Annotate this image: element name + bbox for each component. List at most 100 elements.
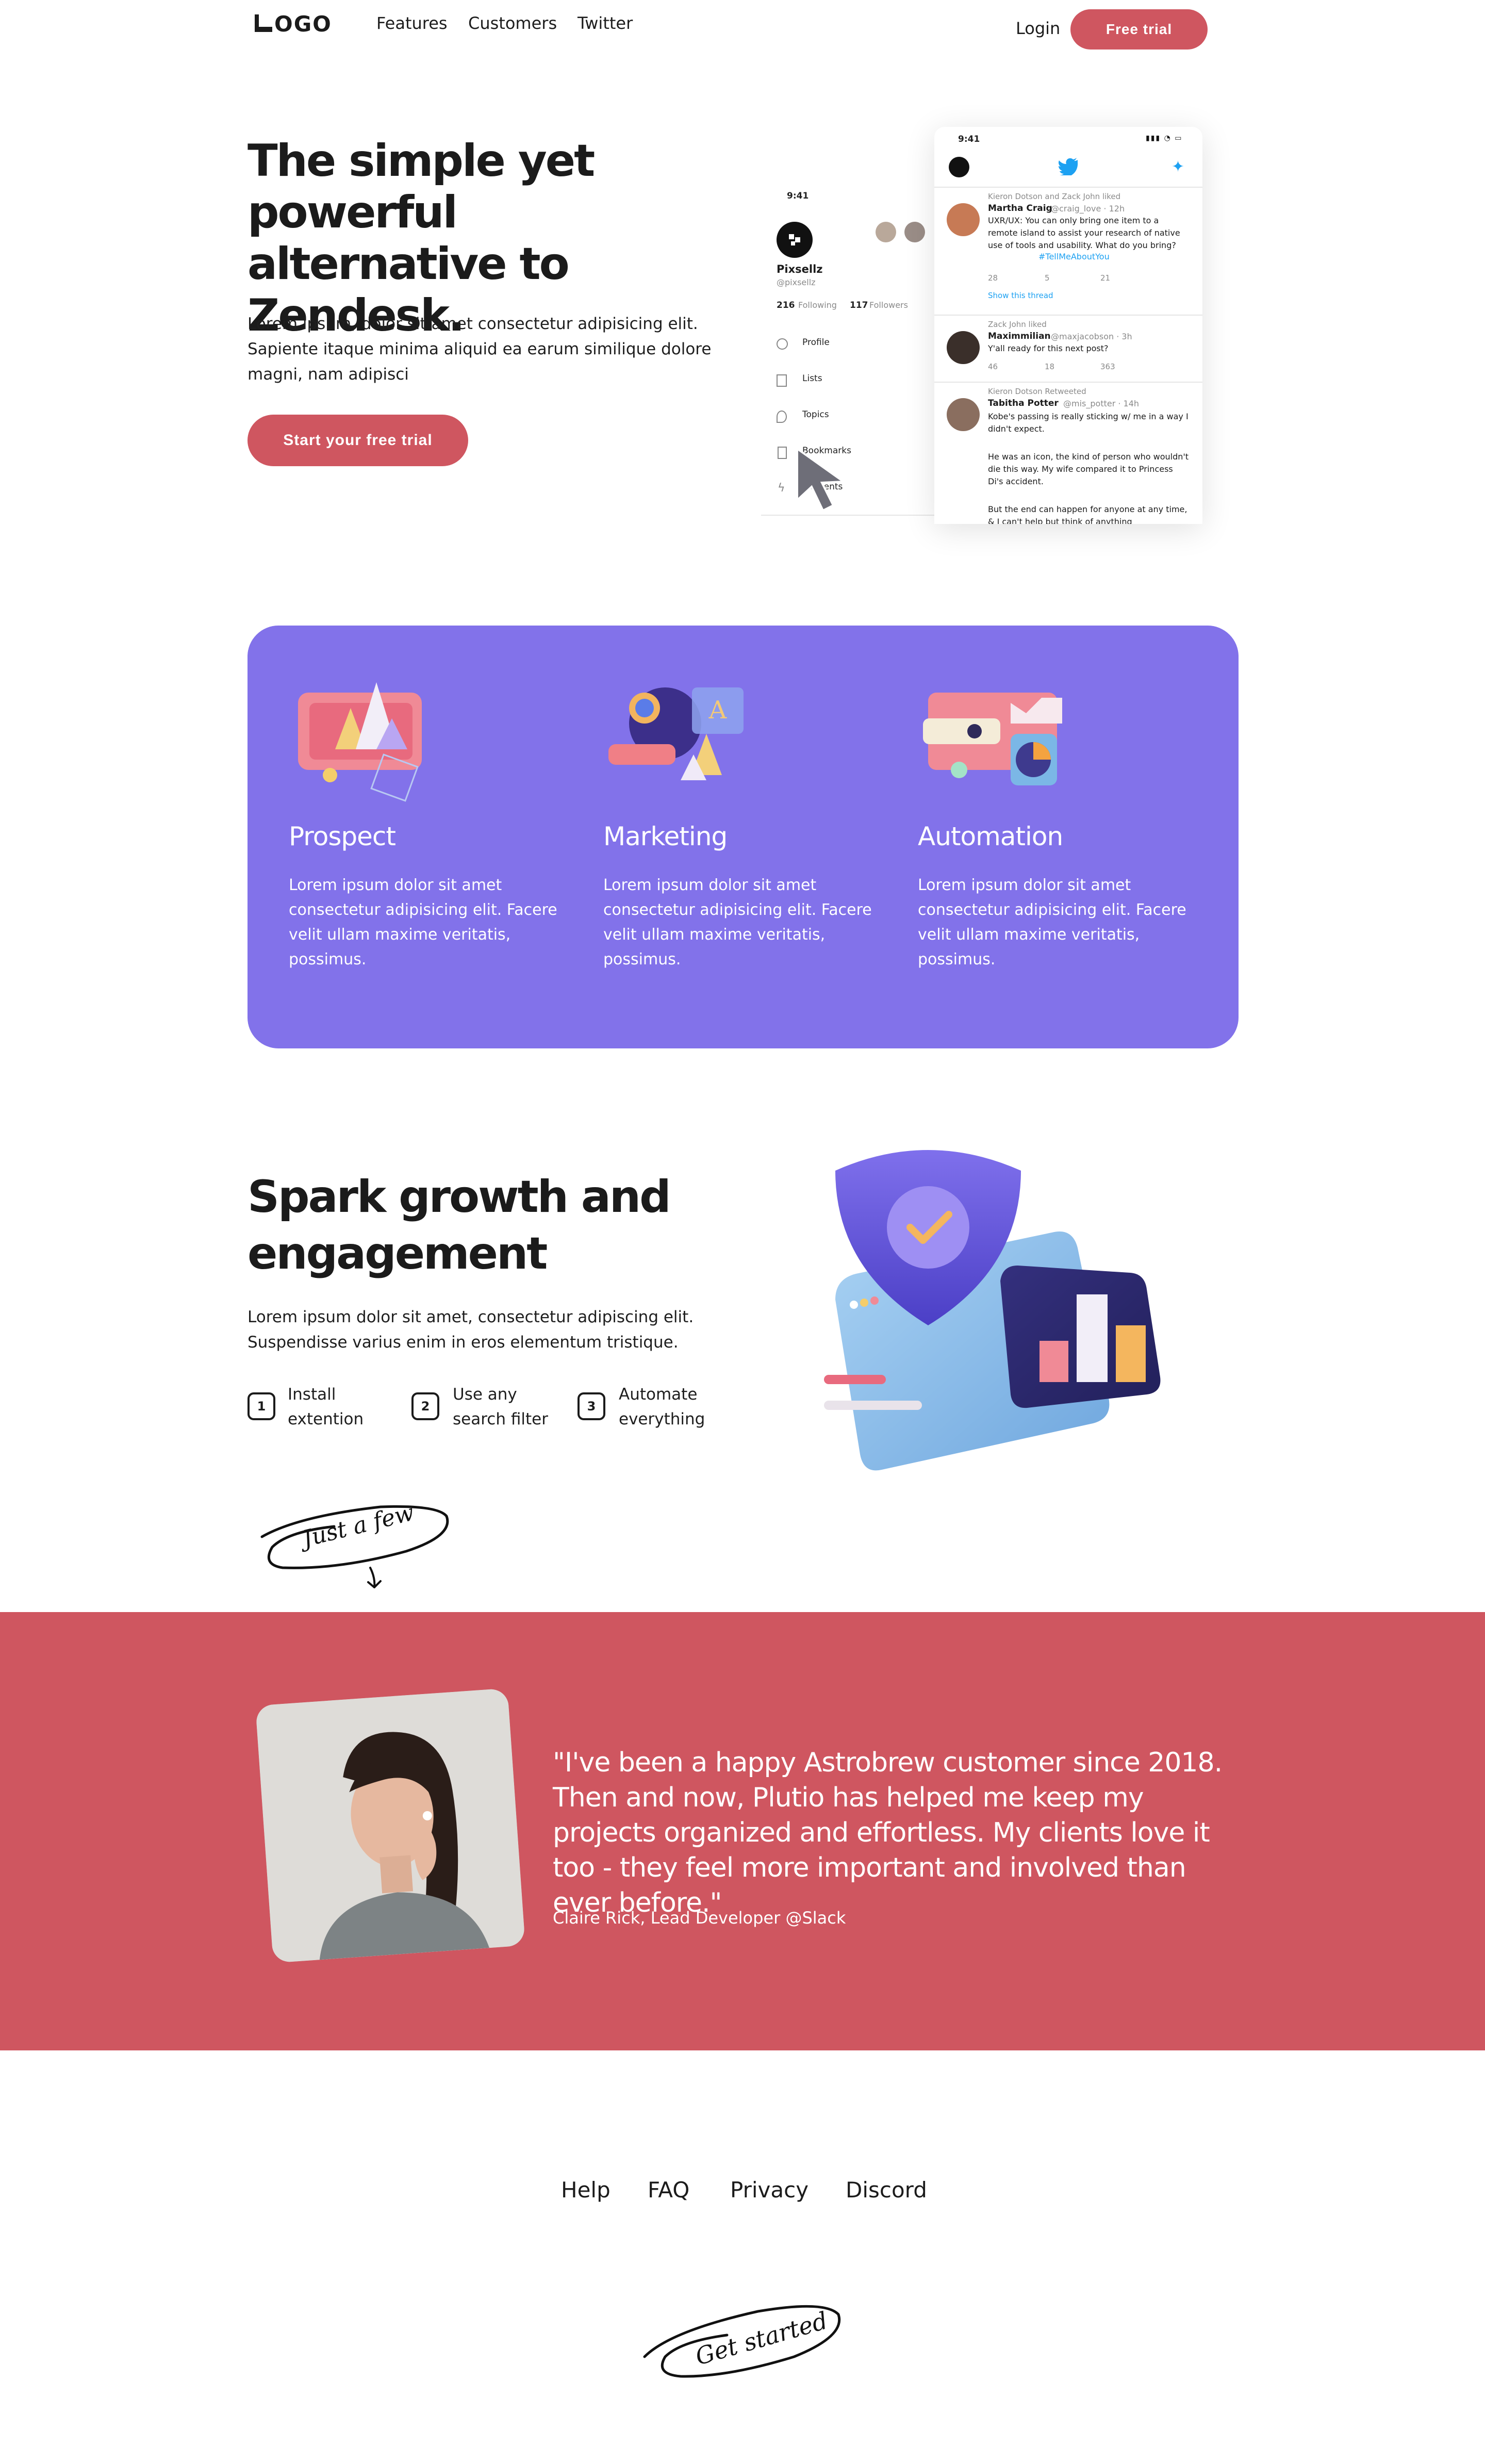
start-free-trial-button[interactable]: Start your free trial — [248, 415, 468, 466]
step-number: 2 — [411, 1392, 439, 1420]
profile-handle: @pixsellz — [777, 277, 816, 287]
profile-avatar — [777, 222, 813, 258]
nav-features-link[interactable]: Features — [376, 13, 448, 33]
twitter-bird-icon — [1058, 158, 1078, 175]
tweet-handle: @maxjacobson · 3h — [1051, 332, 1132, 341]
login-link[interactable]: Login — [1016, 19, 1060, 38]
nav-customers-link[interactable]: Customers — [468, 13, 557, 33]
steps-list: 1 Install extention 2 Use any search fil… — [248, 1382, 712, 1439]
following-label: Following — [798, 300, 837, 310]
features-panel: Prospect Lorem ipsum dolor sit amet cons… — [248, 626, 1239, 1048]
twitter-feed-mockup: 9:41 ▮▮▮ ◔ ▭ ✦ Kieron Dotson and Zack Jo… — [934, 127, 1202, 524]
testimonial-author: Claire Rick, Lead Developer @Slack — [553, 1908, 846, 1928]
like-count[interactable]: 21 — [1100, 273, 1110, 283]
hero-title: The simple yet powerful alternative to Z… — [248, 135, 595, 341]
profile-name: Pixsellz — [777, 263, 823, 275]
customer-photo — [255, 1688, 525, 1963]
footer-faq-link[interactable]: FAQ — [648, 2177, 689, 2203]
step-label: everything — [619, 1410, 705, 1428]
tweet-author: Martha Craig — [988, 203, 1052, 213]
step-label: Use any — [453, 1385, 517, 1404]
tweet-author: Maximmilian — [988, 331, 1051, 341]
tweet-context: Kieron Dotson and Zack John liked — [988, 192, 1121, 201]
list-icon — [777, 374, 787, 387]
reply-count[interactable]: 28 — [988, 273, 998, 283]
tweet-card[interactable]: Kieron Dotson and Zack John liked Martha… — [934, 188, 1202, 315]
retweet-count[interactable]: 18 — [1045, 362, 1054, 371]
feature-automation: Automation Lorem ipsum dolor sit amet co… — [918, 672, 1207, 968]
profile-drawer-mockup: 9:41 Pixsellz @pixsellz 216 Following 11… — [761, 180, 936, 516]
feature-description: Lorem ipsum dolor sit amet consectetur a… — [918, 876, 1186, 968]
free-trial-button[interactable]: Free trial — [1070, 9, 1208, 50]
spark-description: Lorem ipsum dolor sit amet, consectetur … — [248, 1308, 694, 1352]
tweet-text: UXR/UX: You can only bring one item to a… — [988, 216, 1180, 250]
topics-icon — [777, 410, 787, 423]
status-time: 9:41 — [958, 134, 980, 144]
tweet-text: Kobe's passing is really sticking w/ me … — [988, 412, 1189, 434]
tweet-handle: @craig_love · 12h — [1051, 204, 1125, 213]
step-number: 1 — [248, 1392, 275, 1420]
followers-count: 117 — [850, 300, 868, 310]
step-label: extention — [288, 1410, 364, 1428]
tweet-context: Kieron Dotson Retweeted — [988, 387, 1086, 396]
pixsellz-icon — [789, 234, 800, 245]
step-label: Install — [288, 1385, 336, 1404]
menu-label: Lists — [802, 373, 822, 384]
sparkle-icon[interactable]: ✦ — [1172, 158, 1184, 176]
tweet-avatar[interactable] — [947, 203, 980, 236]
automation-illustration-icon — [923, 693, 1062, 785]
logo-text: OGO — [274, 11, 332, 37]
followers-label: Followers — [869, 300, 908, 310]
hero-description: Lorem ipsum, dolor sit amet consectetur … — [248, 315, 712, 384]
user-avatar[interactable] — [949, 157, 969, 177]
testimonial-quote: "I've been a happy Astrobrew customer si… — [553, 1747, 1223, 1918]
person-icon — [777, 338, 788, 350]
tweet-handle: @mis_potter · 14h — [1063, 399, 1140, 408]
following-count: 216 — [777, 300, 795, 310]
tweet-avatar[interactable] — [947, 398, 980, 431]
marketing-illustration-icon: A — [608, 687, 744, 780]
account-avatar-1[interactable] — [876, 222, 896, 242]
reply-count[interactable]: 46 — [988, 362, 998, 371]
just-a-few-annotation: Just a few — [252, 1499, 453, 1588]
feature-description: Lorem ipsum dolor sit amet consectetur a… — [289, 876, 557, 968]
like-count[interactable]: 363 — [1100, 362, 1115, 371]
status-time: 9:41 — [787, 191, 809, 201]
step-label: search filter — [453, 1410, 548, 1428]
tweet-hashtag[interactable]: #TellMeAboutYou — [1038, 252, 1110, 261]
tweet-card[interactable]: Zack John liked Maximmilian @maxjacobson… — [934, 316, 1202, 382]
tweet-context: Zack John liked — [988, 320, 1047, 329]
feature-description: Lorem ipsum dolor sit amet consectetur a… — [603, 876, 872, 968]
menu-item-lists[interactable]: Lists — [777, 371, 931, 392]
logo[interactable]: OGO — [254, 11, 344, 37]
menu-label: Topics — [802, 409, 829, 420]
show-thread-link[interactable]: Show this thread — [988, 291, 1053, 300]
feature-title: Prospect — [289, 822, 396, 851]
footer-help-link[interactable]: Help — [561, 2177, 610, 2203]
step-label: Automate — [619, 1385, 698, 1404]
svg-text:A: A — [708, 696, 728, 725]
footer-discord-link[interactable]: Discord — [846, 2177, 927, 2203]
feature-title: Automation — [918, 822, 1063, 851]
bookmark-icon — [778, 447, 787, 459]
security-analytics-illustration-icon — [824, 1150, 1161, 1471]
tweet-avatar[interactable] — [947, 331, 980, 364]
menu-label: Profile — [802, 337, 830, 348]
get-started-annotation[interactable]: Get started — [639, 2300, 846, 2388]
feature-marketing: A Marketing Lorem ipsum dolor sit amet c… — [603, 672, 892, 968]
woman-portrait-icon — [255, 1688, 525, 1963]
nav-twitter-link[interactable]: Twitter — [578, 13, 633, 33]
feature-title: Marketing — [603, 822, 728, 851]
lightning-icon: ϟ — [778, 482, 785, 495]
tweet-card[interactable]: Kieron Dotson Retweeted Tabitha Potter @… — [934, 383, 1202, 524]
prospect-illustration-icon — [298, 682, 422, 802]
step-number: 3 — [578, 1392, 605, 1420]
retweet-count[interactable]: 5 — [1045, 273, 1050, 283]
footer-privacy-link[interactable]: Privacy — [730, 2177, 808, 2203]
tweet-text-2: He was an icon, the kind of person who w… — [988, 452, 1189, 486]
status-icons: ▮▮▮ ◔ ▭ — [1146, 134, 1183, 142]
account-avatar-2[interactable] — [904, 222, 925, 242]
menu-item-profile[interactable]: Profile — [777, 335, 931, 356]
cursor-arrow-icon — [796, 447, 847, 512]
menu-item-topics[interactable]: Topics — [777, 407, 931, 428]
